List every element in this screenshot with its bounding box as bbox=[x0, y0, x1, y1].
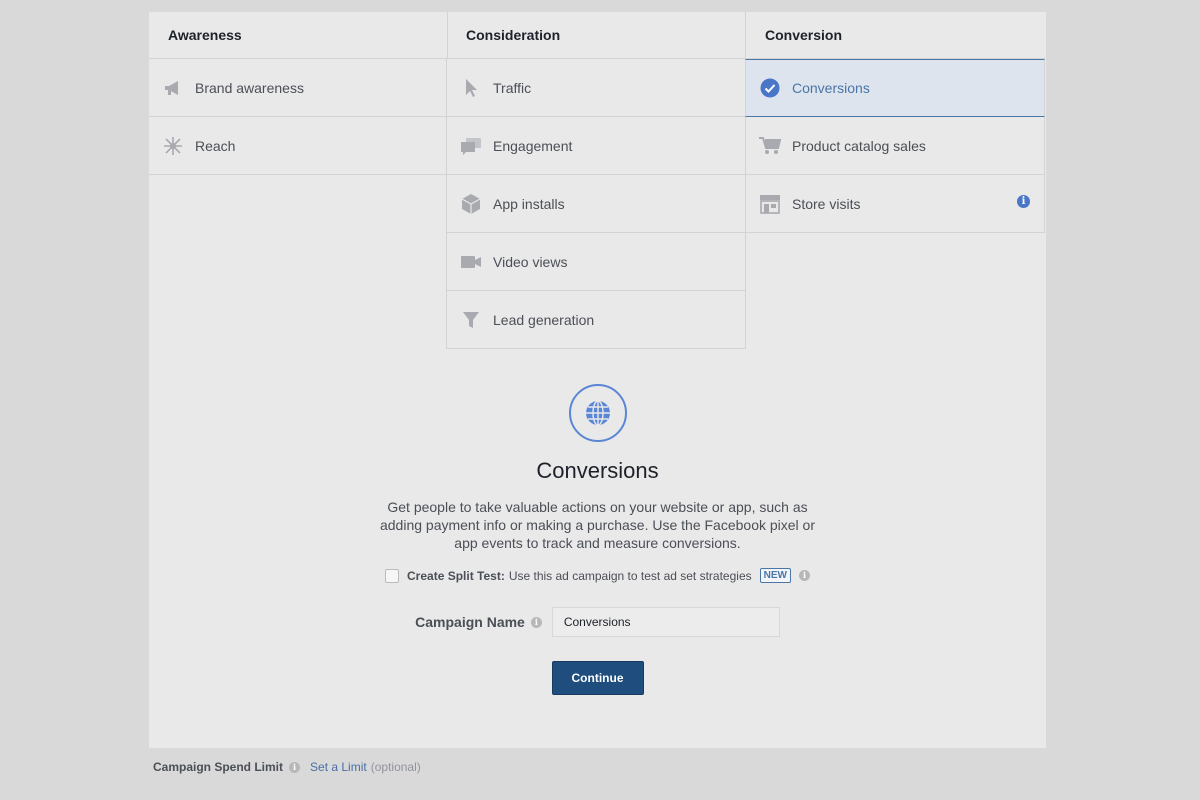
objective-panel: Awareness Brand awareness Reach Consider… bbox=[149, 12, 1046, 748]
objective-engagement[interactable]: Engagement bbox=[446, 117, 746, 175]
objective-conversions[interactable]: Conversions bbox=[745, 59, 1045, 117]
objective-store-visits[interactable]: Store visits i bbox=[745, 175, 1045, 233]
split-test-label: Create Split Test: bbox=[407, 568, 505, 583]
column-header-awareness: Awareness bbox=[149, 12, 448, 59]
objective-traffic[interactable]: Traffic bbox=[446, 59, 746, 117]
split-test-row: Create Split Test: Use this ad campaign … bbox=[149, 568, 1046, 583]
objective-label: Store visits bbox=[792, 195, 861, 212]
info-icon[interactable]: i bbox=[289, 761, 301, 773]
objective-label: App installs bbox=[493, 195, 565, 212]
objective-product-catalog-sales[interactable]: Product catalog sales bbox=[745, 117, 1045, 175]
objective-title: Conversions bbox=[536, 458, 659, 483]
column-awareness: Awareness Brand awareness Reach bbox=[149, 12, 448, 175]
objective-label: Engagement bbox=[493, 137, 573, 154]
objective-video-views[interactable]: Video views bbox=[446, 233, 746, 291]
campaign-spend-limit: Campaign Spend Limit i Set a Limit (opti… bbox=[153, 760, 421, 774]
objective-app-installs[interactable]: App installs bbox=[446, 175, 746, 233]
objective-detail: Conversions Get people to take valuable … bbox=[149, 384, 1046, 695]
column-consideration: Consideration Traffic Engagement App ins… bbox=[446, 12, 746, 349]
objective-description: Get people to take valuable actions on y… bbox=[379, 499, 816, 551]
objective-label: Video views bbox=[493, 253, 568, 270]
split-test-text: Use this ad campaign to test ad set stra… bbox=[508, 568, 752, 583]
store-icon bbox=[758, 192, 782, 216]
split-test-checkbox[interactable] bbox=[385, 568, 400, 583]
reach-icon bbox=[161, 134, 185, 158]
set-limit-link[interactable]: Set a Limit bbox=[310, 760, 367, 774]
column-header-consideration: Consideration bbox=[447, 12, 746, 59]
column-header-conversion: Conversion bbox=[746, 12, 1045, 59]
video-camera-icon bbox=[459, 250, 483, 274]
objective-label: Reach bbox=[195, 137, 236, 154]
campaign-name-input[interactable] bbox=[551, 607, 780, 637]
objective-label: Conversions bbox=[792, 80, 870, 96]
info-icon[interactable]: i bbox=[798, 570, 810, 581]
objective-label: Product catalog sales bbox=[792, 137, 926, 154]
chat-bubbles-icon bbox=[459, 134, 483, 158]
continue-button[interactable]: Continue bbox=[551, 661, 644, 695]
objective-label: Brand awareness bbox=[195, 79, 304, 96]
globe-icon bbox=[568, 384, 627, 442]
funnel-icon bbox=[459, 308, 483, 332]
info-icon[interactable]: i bbox=[1017, 195, 1030, 208]
objective-lead-generation[interactable]: Lead generation bbox=[446, 291, 746, 349]
optional-label: (optional) bbox=[370, 760, 421, 774]
objective-reach[interactable]: Reach bbox=[149, 117, 448, 175]
megaphone-icon bbox=[161, 76, 185, 100]
column-conversion: Conversion Conversions Product catalog s… bbox=[745, 12, 1045, 233]
campaign-name-row: Campaign Name i bbox=[149, 607, 1046, 637]
campaign-name-label: Campaign Name bbox=[415, 614, 525, 630]
check-circle-icon bbox=[758, 76, 782, 100]
cart-icon bbox=[758, 134, 782, 158]
info-icon[interactable]: i bbox=[530, 616, 542, 628]
spend-limit-label: Campaign Spend Limit bbox=[153, 760, 284, 774]
objective-label: Traffic bbox=[493, 79, 532, 96]
cursor-icon bbox=[459, 76, 483, 100]
objective-brand-awareness[interactable]: Brand awareness bbox=[149, 59, 448, 117]
box-icon bbox=[459, 192, 483, 216]
objective-label: Lead generation bbox=[493, 311, 595, 328]
new-badge: NEW bbox=[759, 568, 791, 583]
